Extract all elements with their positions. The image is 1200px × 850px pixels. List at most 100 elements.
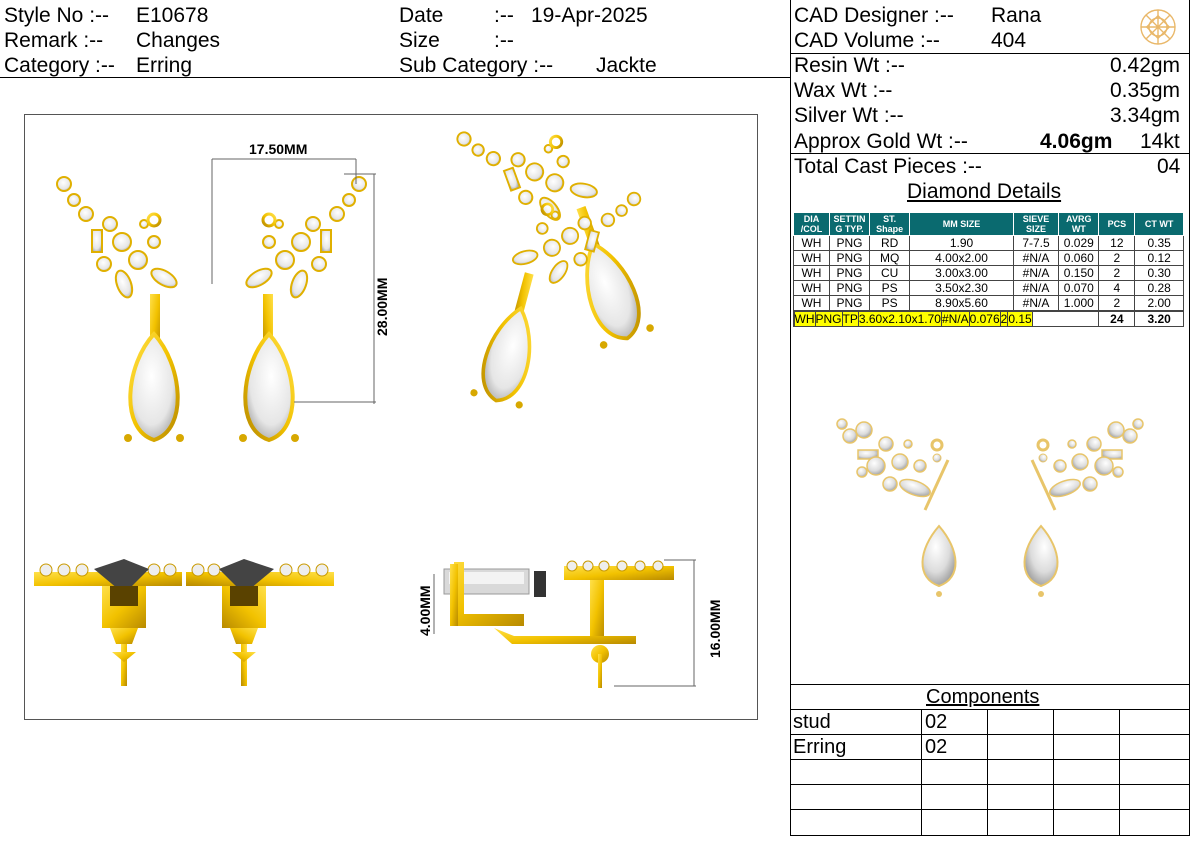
category-value: Erring (136, 54, 193, 77)
table-cell: PNG (828, 235, 871, 251)
gold-wt-label: Approx Gold Wt :-- (794, 130, 968, 153)
header-info: Style No :-- E10678 Remark :-- Changes C… (0, 0, 790, 78)
table-cell: WH (793, 235, 830, 251)
date-label: Date (399, 4, 444, 27)
style-no-value: E10678 (136, 4, 209, 27)
brand-logo-icon (1137, 6, 1179, 48)
subcategory-label: Sub Category :-- (399, 54, 554, 77)
table-header-cell: DIA /COL (793, 212, 830, 236)
width-dimension-label: 17.50MM (249, 141, 307, 157)
date-separator: :-- (494, 4, 514, 27)
table-cell: 0.28 (1134, 280, 1184, 296)
cast-pieces-label: Total Cast Pieces :-- (794, 155, 982, 178)
divider (790, 734, 1190, 735)
table-cell: 2 (1098, 250, 1136, 266)
component-name: stud (793, 711, 831, 733)
component-qty: 02 (925, 736, 948, 758)
height-dimension-label: 28.00MM (374, 278, 390, 336)
divider (790, 809, 1190, 810)
table-cell: WH (793, 311, 816, 327)
table-cell: #N/A (1012, 250, 1060, 266)
table-header-cell: SIEVE SIZE (1012, 212, 1060, 236)
table-header-cell: MM SIZE (909, 212, 1014, 236)
table-row: WH PNG TP 3.60x2.10x1.70 #N/A 0.076 2 0.15 (793, 311, 1033, 327)
total-ct-wt: 3.20 (1134, 311, 1184, 327)
table-row: WH PNG RD 1.90 7-7.5 0.029 12 0.35 (793, 235, 1184, 251)
divider (921, 709, 922, 836)
table-row: WH PNG PS 8.90x5.60 #N/A 1.000 2 2.00 (793, 295, 1184, 311)
table-cell: 4.00x2.00 (909, 250, 1014, 266)
table-cell: RD (869, 235, 911, 251)
table-cell: 2 (1098, 265, 1136, 281)
table-header-cell: ST. Shape (869, 212, 911, 236)
bottom-view-right-earring (186, 559, 334, 686)
table-cell: PNG (828, 280, 871, 296)
table-cell: 0.12 (1134, 250, 1184, 266)
divider (790, 759, 1190, 760)
table-cell: PNG (828, 295, 871, 311)
table-row: WH PNG CU 3.00x3.00 #N/A 0.150 2 0.30 (793, 265, 1184, 281)
table-cell: WH (793, 265, 830, 281)
category-label: Category :-- (4, 54, 115, 77)
table-cell: 8.90x5.60 (909, 295, 1014, 311)
table-cell: 1.000 (1058, 295, 1100, 311)
table-cell: PNG (828, 250, 871, 266)
size-separator: :-- (494, 29, 514, 52)
table-cell: 3.00x3.00 (909, 265, 1014, 281)
table-cell: 0.029 (1058, 235, 1100, 251)
table-cell: 0.15 (1007, 311, 1033, 327)
components-title: Components (926, 686, 1040, 708)
table-cell: PS (869, 295, 911, 311)
bottom-view-left-earring (34, 559, 182, 686)
side-small-dimension-label: 4.00MM (417, 585, 433, 636)
gold-wt-value: 4.06gm (1040, 130, 1113, 153)
wax-wt-label: Wax Wt :-- (794, 79, 893, 102)
table-cell: PS (869, 280, 911, 296)
silver-wt-value: 3.34gm (1110, 104, 1181, 127)
table-cell: #N/A (1012, 295, 1060, 311)
remark-label: Remark :-- (4, 29, 104, 52)
table-header-cell: SETTIN G TYP. (828, 212, 871, 236)
table-cell: 2 (1098, 295, 1136, 311)
table-cell: #N/A (940, 311, 970, 327)
cad-drawing: 17.50MM 28.00MM 4.00MM 16.00MM (34, 114, 723, 688)
divider (1053, 709, 1054, 836)
gold-karat: 14kt (1140, 130, 1180, 153)
cad-volume-label: CAD Volume :-- (794, 29, 940, 52)
table-cell: PNG (814, 311, 843, 327)
diamond-details-table: DIA /COL SETTIN G TYP. ST. Shape MM SIZE… (792, 212, 1184, 327)
table-cell: 0.070 (1058, 280, 1100, 296)
resin-wt-value: 0.42gm (1110, 54, 1181, 77)
component-name: Erring (793, 736, 847, 758)
table-header-row: DIA /COL SETTIN G TYP. ST. Shape MM SIZE… (793, 212, 1184, 236)
cast-pieces-value: 04 (1157, 155, 1181, 178)
table-cell: 0.060 (1058, 250, 1100, 266)
table-header-cell: PCS (1098, 212, 1136, 236)
table-cell: WH (793, 280, 830, 296)
cad-volume-value: 404 (991, 29, 1027, 52)
table-cell: #N/A (1012, 280, 1060, 296)
table-cell: 1.90 (909, 235, 1014, 251)
front-view-left-earring (55, 175, 186, 444)
silver-wt-label: Silver Wt :-- (794, 104, 904, 127)
table-row: WH PNG MQ 4.00x2.00 #N/A 0.060 2 0.12 (793, 250, 1184, 266)
divider (1119, 709, 1120, 836)
table-cell: 0.076 (968, 311, 1001, 327)
table-header-cell: CT WT (1134, 212, 1184, 236)
table-cell: PNG (828, 265, 871, 281)
side-large-dimension-label: 16.00MM (707, 600, 723, 658)
style-no-label: Style No :-- (4, 4, 110, 27)
table-cell: TP (841, 311, 859, 327)
divider (987, 709, 988, 836)
remark-value: Changes (136, 29, 221, 52)
diamond-details-title: Diamond Details (907, 180, 1062, 203)
table-cell: MQ (869, 250, 911, 266)
table-header-cell: AVRG WT (1058, 212, 1100, 236)
cad-designer-label: CAD Designer :-- (794, 4, 954, 27)
subcategory-value: Jackte (596, 54, 657, 77)
wax-wt-value: 0.35gm (1110, 79, 1181, 102)
table-cell: CU (869, 265, 911, 281)
table-cell: 2.00 (1134, 295, 1184, 311)
divider (790, 784, 1190, 785)
resin-wt-label: Resin Wt :-- (794, 54, 905, 77)
